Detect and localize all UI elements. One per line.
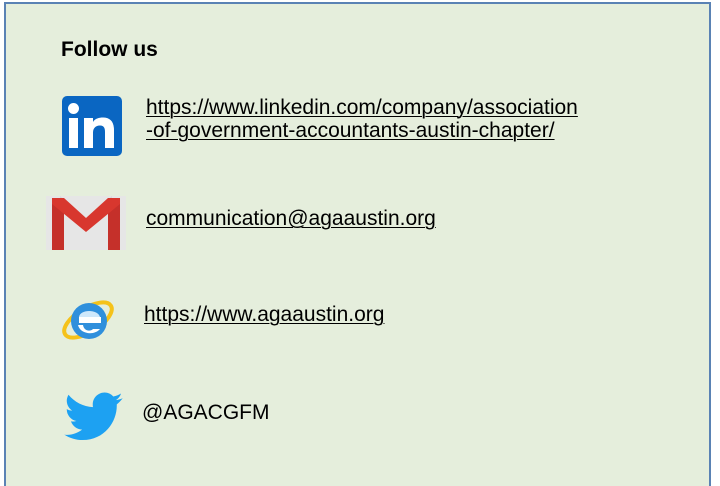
linkedin-link-line2[interactable]: -of-government-accountants-austin-chapte…: [146, 119, 555, 142]
follow-us-panel: Follow us https://www.linkedin.com/compa…: [4, 2, 711, 486]
website-link[interactable]: https://www.agaaustin.org: [144, 303, 384, 326]
linkedin-icon: [62, 96, 122, 156]
section-title: Follow us: [61, 38, 158, 61]
linkedin-link-line1[interactable]: https://www.linkedin.com/company/associa…: [146, 96, 578, 119]
internet-explorer-icon: [62, 300, 114, 340]
email-link[interactable]: communication@agaaustin.org: [146, 207, 436, 230]
gmail-icon: [46, 196, 126, 250]
linkedin-link[interactable]: https://www.linkedin.com/company/associa…: [146, 96, 578, 142]
twitter-handle[interactable]: @AGACGFM: [142, 401, 270, 424]
twitter-icon: [64, 392, 123, 441]
